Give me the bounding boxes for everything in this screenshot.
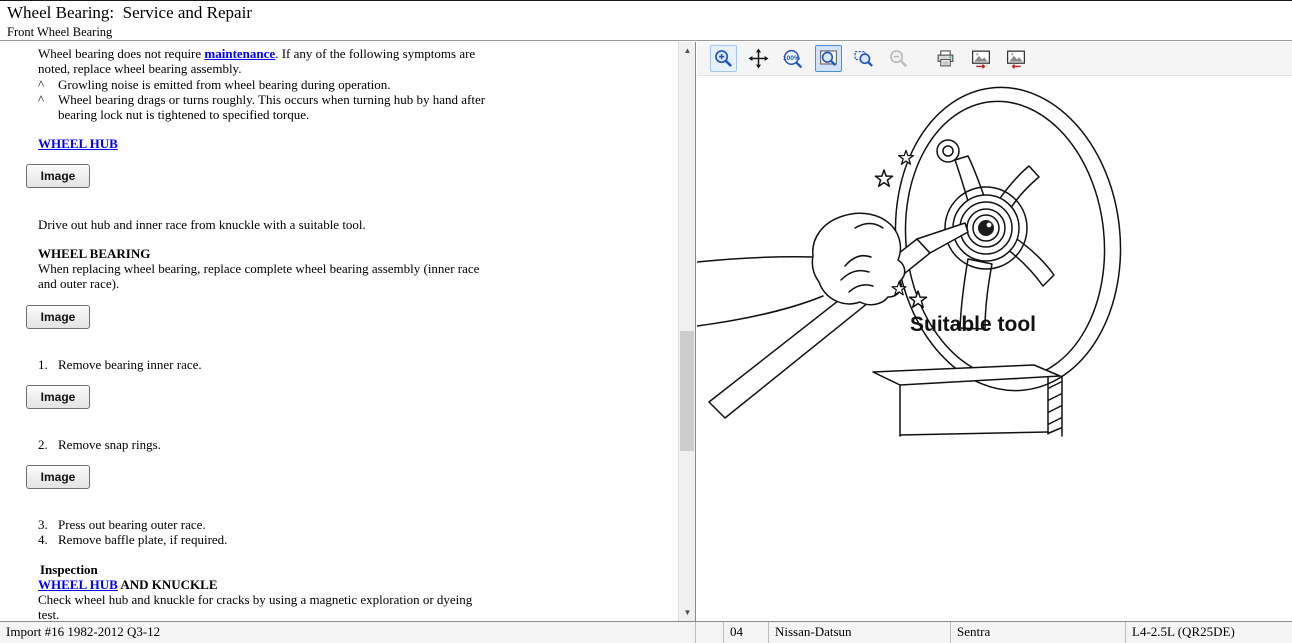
step-1: 1. Remove bearing inner race. <box>38 357 678 372</box>
status-bar: Import #16 1982-2012 Q3-12 04 Nissan-Dat… <box>0 621 1292 643</box>
copy-image-icon[interactable] <box>967 45 994 72</box>
page-title: Wheel Bearing: Service and Repair <box>7 3 252 23</box>
document-content: Wheel bearing does not require maintenan… <box>0 42 678 621</box>
list-item: ^ Wheel bearing drags or turns roughly. … <box>38 92 678 122</box>
figure-label: Suitable tool <box>910 313 1036 336</box>
inspection-link-row: WHEEL HUB AND KNUCKLE <box>38 577 490 592</box>
wheel-bearing-figure: Suitable tool <box>697 76 1292 622</box>
inspection-heading: Inspection <box>40 562 678 577</box>
intro-paragraph: Wheel bearing does not require maintenan… <box>38 46 490 76</box>
drive-out-paragraph: Drive out hub and inner race from knuckl… <box>38 217 490 232</box>
header: Wheel Bearing: Service and Repair Front … <box>0 1 1292 41</box>
step-number: 3. <box>38 517 58 532</box>
document-pane: Wheel bearing does not require maintenan… <box>0 42 696 621</box>
step-number: 2. <box>38 437 58 452</box>
bullet-marker: ^ <box>38 77 58 92</box>
viewer-toolbar: 100% <box>697 42 1292 76</box>
status-engine: L4-2.5L (QR25DE) <box>1125 622 1292 643</box>
wheel-hub-link-2[interactable]: WHEEL HUB <box>38 577 118 592</box>
scroll-up-button[interactable]: ▲ <box>679 42 696 59</box>
document-scrollbar[interactable]: ▲ ▼ <box>678 42 695 621</box>
step-3: 3. Press out bearing outer race. <box>38 517 678 532</box>
image-button-2[interactable]: Image <box>26 305 90 329</box>
image-viewer-pane: 100% <box>697 42 1292 621</box>
pan-icon[interactable] <box>745 45 772 72</box>
wheel-hub-link[interactable]: WHEEL HUB <box>38 136 118 151</box>
status-spacer <box>695 622 723 643</box>
svg-text:100%: 100% <box>783 55 800 62</box>
zoom-out-icon[interactable] <box>885 45 912 72</box>
bullet-marker: ^ <box>38 92 58 122</box>
step-text: Remove baffle plate, if required. <box>58 532 227 547</box>
zoom-100-icon[interactable]: 100% <box>780 45 807 72</box>
step-text: Press out bearing outer race. <box>58 517 206 532</box>
bullet-text: Growling noise is emitted from wheel bea… <box>58 77 391 92</box>
wheel-bearing-paragraph: When replacing wheel bearing, replace co… <box>38 261 490 291</box>
wheel-hub-link-row: WHEEL HUB <box>38 136 490 151</box>
image-button-4[interactable]: Image <box>26 465 90 489</box>
figure-canvas[interactable]: Suitable tool <box>697 76 1292 621</box>
symptom-list: ^ Growling noise is emitted from wheel b… <box>0 77 678 122</box>
export-image-icon[interactable] <box>1002 45 1029 72</box>
step-2: 2. Remove snap rings. <box>38 437 678 452</box>
step-number: 1. <box>38 357 58 372</box>
fit-to-window-icon[interactable] <box>815 45 842 72</box>
step-text: Remove snap rings. <box>58 437 161 452</box>
wheel-bearing-heading: WHEEL BEARING <box>38 246 678 261</box>
maintenance-link[interactable]: maintenance <box>204 46 275 61</box>
image-button-1[interactable]: Image <box>26 164 90 188</box>
print-icon[interactable] <box>932 45 959 72</box>
inspection-link-suffix: AND KNUCKLE <box>118 577 218 592</box>
status-model: Sentra <box>950 622 1125 643</box>
image-button-3[interactable]: Image <box>26 385 90 409</box>
status-import-info: Import #16 1982-2012 Q3-12 <box>0 622 695 643</box>
bullet-text: Wheel bearing drags or turns roughly. Th… <box>58 92 504 122</box>
page-subtitle: Front Wheel Bearing <box>7 25 112 40</box>
intro-text-pre: Wheel bearing does not require <box>38 46 204 61</box>
inspection-paragraph: Check wheel hub and knuckle for cracks b… <box>38 592 490 621</box>
scroll-down-button[interactable]: ▼ <box>679 604 696 621</box>
step-text: Remove bearing inner race. <box>58 357 202 372</box>
status-make: Nissan-Datsun <box>768 622 950 643</box>
status-year: 04 <box>723 622 768 643</box>
step-4: 4. Remove baffle plate, if required. <box>38 532 678 547</box>
scrollbar-thumb[interactable] <box>680 331 694 451</box>
step-number: 4. <box>38 532 58 547</box>
zoom-in-icon[interactable] <box>710 45 737 72</box>
list-item: ^ Growling noise is emitted from wheel b… <box>38 77 678 92</box>
zoom-window-icon[interactable] <box>850 45 877 72</box>
